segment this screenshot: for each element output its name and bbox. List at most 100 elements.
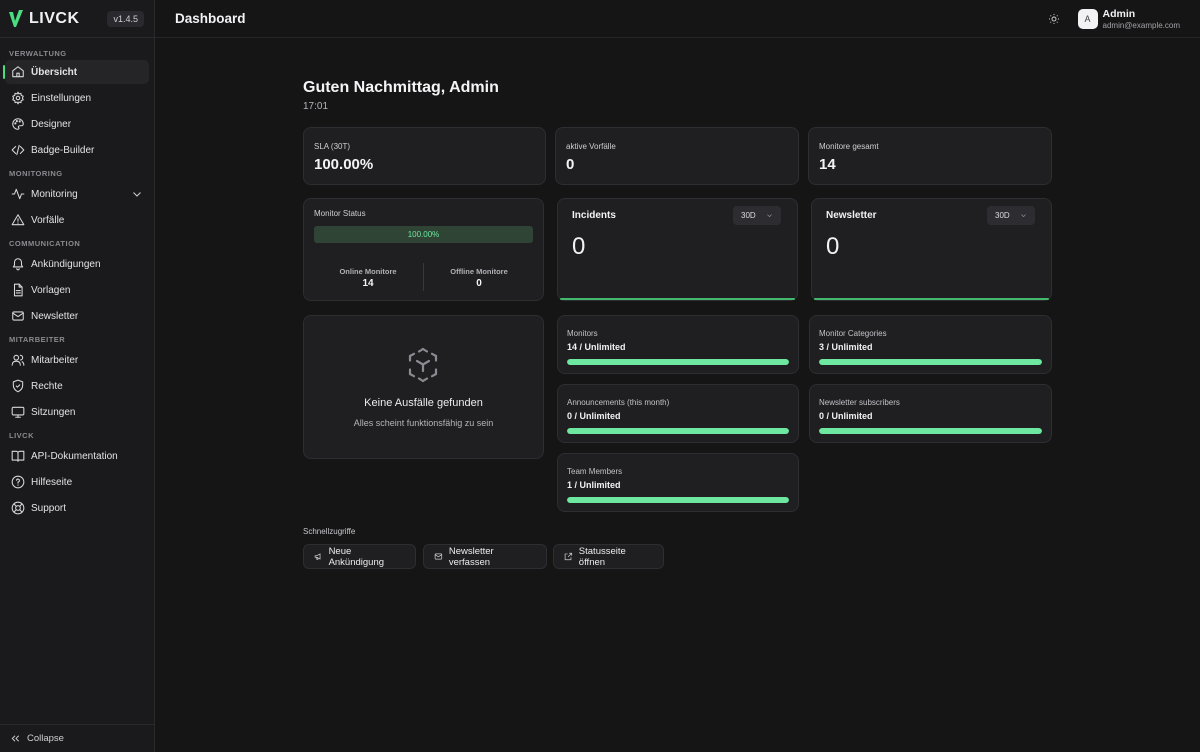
sidebar-item-newsletter[interactable]: Newsletter	[5, 304, 149, 328]
sidebar-item-support[interactable]: Support	[5, 496, 149, 520]
usage-bar	[567, 497, 789, 503]
sidebar-item-mitarbeiter[interactable]: Mitarbeiter	[5, 348, 149, 372]
open-status-page-button[interactable]: Statusseite öffnen	[553, 544, 664, 569]
stat-label: SLA (30T)	[314, 142, 351, 151]
usage-card-monitors: Monitors 14 / Unlimited	[557, 315, 799, 374]
avatar[interactable]: A	[1077, 8, 1098, 29]
newsletter-title: Newsletter	[826, 210, 877, 221]
button-label: Statusseite öffnen	[578, 545, 626, 568]
nav-section-title: LIVCK	[9, 431, 34, 440]
new-announcement-button[interactable]: Neue Ankündigung	[303, 544, 416, 569]
incidents-range-select[interactable]: 30D	[733, 206, 781, 225]
usage-bar	[567, 428, 789, 434]
external-link-icon	[564, 552, 573, 561]
sidebar-item-api-dokumentation[interactable]: API-Dokumentation	[5, 444, 149, 468]
sidebar-item-label: Designer	[31, 118, 72, 130]
livck-logo-icon[interactable]	[8, 9, 24, 29]
mail-icon	[11, 309, 25, 323]
empty-state-title: Keine Ausfälle gefunden	[364, 397, 483, 409]
current-time: 17:01	[303, 101, 329, 112]
usage-label: Team Members	[567, 467, 623, 476]
chevron-down-icon	[1021, 214, 1026, 218]
compose-newsletter-button[interactable]: Newsletter verfassen	[423, 544, 547, 569]
sidebar-item-sitzungen[interactable]: Sitzungen	[5, 400, 149, 424]
quick-access-title: Schnellzugriffe	[303, 527, 356, 536]
newsletter-card: Newsletter 30D 0	[811, 198, 1052, 301]
range-select-value: 30D	[995, 211, 1010, 220]
usage-value: 0 / Unlimited	[567, 411, 621, 421]
megaphone-icon	[314, 553, 321, 560]
brand: LIVCK v1.4.5	[0, 0, 154, 38]
chevrons-left-icon	[11, 735, 20, 742]
sidebar-item-uebersicht[interactable]: Übersicht	[3, 60, 149, 84]
sidebar-item-hilfeseite[interactable]: Hilfeseite	[5, 470, 149, 494]
version-badge: v1.4.5	[107, 10, 144, 27]
monitor-status-title: Monitor Status	[314, 209, 366, 218]
sidebar-item-label: Einstellungen	[31, 92, 92, 104]
usage-bar-fill	[567, 359, 789, 365]
sidebar-item-badge-builder[interactable]: Badge-Builder	[5, 138, 149, 162]
user-menu[interactable]: Admin admin@example.com	[1103, 8, 1180, 30]
top-header: Dashboard A Admin admin@example.com	[155, 0, 1200, 38]
offline-monitors-label: Offline Monitore	[450, 267, 508, 276]
newsletter-range-select[interactable]: 30D	[987, 206, 1035, 225]
collapse-button[interactable]: Collapse	[0, 724, 155, 752]
offline-monitors-value: 0	[476, 278, 482, 289]
activity-icon	[11, 187, 25, 201]
newsletter-value: 0	[826, 233, 840, 260]
usage-label: Newsletter subscribers	[819, 398, 900, 407]
sidebar-item-vorfaelle[interactable]: Vorfälle	[5, 208, 149, 232]
user-email: admin@example.com	[1102, 20, 1180, 30]
usage-bar	[567, 359, 789, 365]
lifebuoy-icon	[11, 501, 25, 515]
stat-value: 0	[566, 156, 575, 173]
sidebar-item-label: Sitzungen	[31, 406, 76, 418]
range-select-value: 30D	[741, 211, 756, 220]
stat-card-sla: SLA (30T) 100.00%	[303, 127, 546, 185]
sidebar-item-label: Vorfälle	[31, 214, 65, 226]
usage-value: 0 / Unlimited	[819, 411, 873, 421]
incidents-title: Incidents	[572, 210, 616, 221]
online-monitors: Online Monitore 14	[313, 267, 423, 289]
chevron-down-icon[interactable]	[131, 188, 143, 200]
theme-toggle-button[interactable]	[1044, 9, 1064, 29]
sidebar-item-vorlagen[interactable]: Vorlagen	[5, 278, 149, 302]
home-icon	[11, 65, 25, 79]
usage-bar-fill	[567, 497, 789, 503]
file-icon	[11, 283, 25, 297]
help-icon	[11, 475, 25, 489]
nav-section-title: VERWALTUNG	[9, 49, 67, 58]
monitor-status-card: Monitor Status 100.00% Online Monitore 1…	[303, 198, 544, 301]
usage-card-announcements: Announcements (this month) 0 / Unlimited	[557, 384, 799, 443]
empty-state-card: Keine Ausfälle gefunden Alles scheint fu…	[303, 315, 544, 459]
sidebar-item-einstellungen[interactable]: Einstellungen	[5, 86, 149, 110]
usage-value: 14 / Unlimited	[567, 342, 626, 352]
incidents-sparkline	[560, 298, 795, 300]
warning-icon	[11, 213, 25, 227]
stat-label: Monitore gesamt	[819, 142, 879, 151]
button-label: Neue Ankündigung	[328, 545, 385, 568]
sidebar-item-label: API-Dokumentation	[31, 450, 118, 462]
sidebar: LIVCK v1.4.5 VERWALTUNG Übersicht Einste…	[0, 0, 155, 752]
collapse-label: Collapse	[27, 733, 64, 744]
newsletter-sparkline	[814, 298, 1049, 300]
incidents-value: 0	[572, 233, 586, 260]
book-icon	[11, 449, 25, 463]
usage-card-newsletter-subscribers: Newsletter subscribers 0 / Unlimited	[809, 384, 1052, 443]
usage-card-monitor-categories: Monitor Categories 3 / Unlimited	[809, 315, 1052, 374]
sidebar-item-ankuendigungen[interactable]: Ankündigungen	[5, 252, 149, 276]
sidebar-item-label: Hilfeseite	[31, 476, 73, 488]
monitor-icon	[11, 405, 25, 419]
sidebar-item-monitoring[interactable]: Monitoring	[5, 182, 149, 206]
stat-value: 100.00%	[314, 156, 374, 173]
brand-name: LIVCK	[29, 9, 80, 27]
page-title: Dashboard	[175, 11, 246, 26]
sidebar-item-rechte[interactable]: Rechte	[5, 374, 149, 398]
nav-section-title: MITARBEITER	[9, 335, 66, 344]
sidebar-item-designer[interactable]: Designer	[5, 112, 149, 136]
monitor-status-percent: 100.00%	[407, 230, 440, 239]
chevron-down-icon	[767, 214, 772, 218]
empty-state-subtitle: Alles scheint funktionsfähig zu sein	[353, 418, 494, 428]
button-label: Newsletter verfassen	[448, 545, 494, 568]
sidebar-item-label: Monitoring	[31, 188, 78, 200]
